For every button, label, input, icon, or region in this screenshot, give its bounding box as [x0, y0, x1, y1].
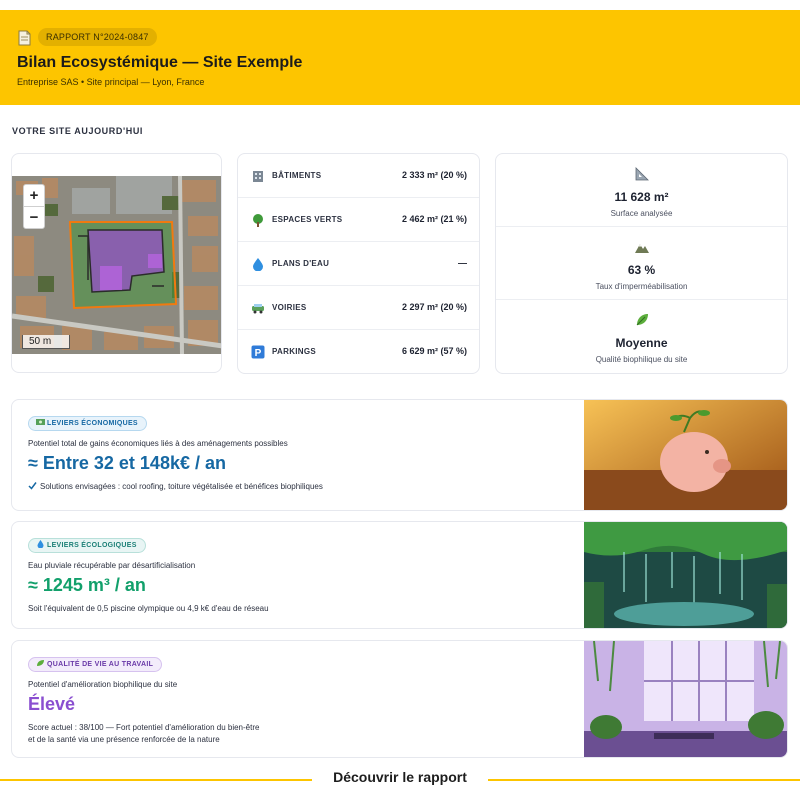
surface-row-parkings: P PARKINGS 6 629 m² (57 %): [238, 330, 479, 374]
stat-impermeability: 63 % Taux d'imperméabilisation: [496, 227, 787, 300]
green-roof-rain-image: [584, 522, 787, 628]
stat-value: 11 628 m²: [614, 190, 669, 204]
zoom-in-button[interactable]: +: [24, 185, 44, 206]
surface-row-green: ESPACES VERTS 2 462 m² (21 %): [238, 198, 479, 242]
surface-value: 2 333 m² (20 %): [401, 170, 467, 180]
lever-footnote-line: et de la santé via une présence renforcé…: [28, 735, 220, 744]
stat-label: Surface analysée: [610, 209, 673, 218]
lever-description: Potentiel d'amélioration biophilique du …: [28, 680, 178, 689]
lever-footnote: Solutions envisagées : cool roofing, toi…: [28, 481, 323, 493]
stat-value: 63 %: [627, 263, 656, 277]
water-drop-icon: [37, 540, 44, 548]
zoom-out-button[interactable]: −: [24, 206, 44, 227]
stat-biophilic: Moyenne Qualité biophilique du site: [496, 300, 787, 373]
surface-label: BÂTIMENTS: [272, 171, 322, 180]
lever-footnote: Score actuel : 38/100 — Fort potentiel d…: [28, 722, 259, 746]
surface-label: ESPACES VERTS: [272, 215, 343, 224]
svg-text:P: P: [255, 348, 262, 359]
lever-tag: LEVIERS ÉCONOMIQUES: [28, 416, 147, 431]
lever-description: Eau pluviale récupérable par désartifici…: [28, 561, 196, 570]
ruler-icon: [635, 167, 649, 181]
surface-label: VOIRIES: [272, 303, 307, 312]
map-zoom-control: + −: [23, 184, 45, 229]
lever-footnote: Soit l'équivalent de 0,5 piscine olympiq…: [28, 604, 269, 613]
water-drop-icon: [253, 258, 263, 271]
tree-icon: [253, 214, 263, 227]
leaf-icon: [37, 660, 44, 666]
surface-row-buildings: BÂTIMENTS 2 333 m² (20 %): [238, 154, 479, 198]
lever-tag-label: LEVIERS ÉCONOMIQUES: [47, 420, 138, 427]
lever-value: Élevé: [28, 694, 76, 714]
surface-row-water: PLANS D'EAU —: [238, 242, 479, 286]
lever-value: ≈ 1245 m³ / an: [28, 575, 146, 595]
page-subtitle: Entreprise SAS • Site principal — Lyon, …: [17, 77, 205, 87]
leaf-icon: [636, 314, 648, 326]
site-map-card: + − 50 m: [11, 153, 222, 373]
check-icon: [28, 482, 37, 490]
surface-label: PLANS D'EAU: [272, 259, 330, 268]
building-icon: [253, 171, 263, 182]
plant-office-image: [584, 641, 787, 757]
lever-tag: QUALITÉ DE VIE AU TRAVAIL: [28, 657, 163, 672]
report-number-badge: RAPPORT N°2024-0847: [38, 28, 157, 46]
lever-tag: LEVIERS ÉCOLOGIQUES: [28, 538, 146, 553]
surface-value: 2 297 m² (20 %): [401, 302, 467, 312]
piggy-bank-image: [584, 400, 787, 510]
lever-footnote-text: Solutions envisagées : cool roofing, toi…: [40, 482, 323, 491]
lever-description: Potentiel total de gains économiques lié…: [28, 439, 288, 448]
surface-value: 6 629 m² (57 %): [401, 346, 467, 356]
discover-report-label[interactable]: Découvrir le rapport: [321, 769, 479, 785]
site-stats-card: 11 628 m² Surface analysée 63 % Taux d'i…: [495, 153, 788, 374]
money-icon: [36, 419, 45, 425]
car-icon: [252, 304, 264, 314]
page-title: Bilan Ecosystémique — Site Exemple: [17, 54, 303, 71]
section-title: VOTRE SITE AUJOURD'HUI: [12, 126, 144, 136]
lever-value: ≈ Entre 32 et 148k€ / an: [28, 453, 226, 473]
document-icon: [18, 30, 31, 46]
stat-label: Taux d'imperméabilisation: [595, 282, 688, 291]
ecologic-lever-card: LEVIERS ÉCOLOGIQUES Eau pluviale récupér…: [11, 521, 788, 629]
stat-value: Moyenne: [615, 336, 668, 350]
parking-icon: P: [251, 345, 265, 359]
lever-tag-label: LEVIERS ÉCOLOGIQUES: [47, 542, 137, 549]
economic-lever-card: LEVIERS ÉCONOMIQUES Potentiel total de g…: [11, 399, 788, 511]
report-header: RAPPORT N°2024-0847 Bilan Ecosystémique …: [0, 10, 800, 105]
surface-value: —: [458, 258, 467, 268]
surface-value: 2 462 m² (21 %): [401, 214, 467, 224]
lever-tag-label: QUALITÉ DE VIE AU TRAVAIL: [47, 661, 154, 668]
top-strip: [0, 0, 800, 10]
quality-lever-card: QUALITÉ DE VIE AU TRAVAIL Potentiel d'am…: [11, 640, 788, 758]
discover-report-link[interactable]: Découvrir le rapport: [0, 769, 800, 785]
stat-surface: 11 628 m² Surface analysée: [496, 154, 787, 227]
stat-label: Qualité biophilique du site: [595, 355, 688, 364]
surface-row-roads: VOIRIES 2 297 m² (20 %): [238, 286, 479, 330]
surface-label: PARKINGS: [272, 347, 317, 356]
surfaces-card: BÂTIMENTS 2 333 m² (20 %) ESPACES VERTS …: [237, 153, 480, 374]
lever-footnote-line: Score actuel : 38/100 — Fort potentiel d…: [28, 723, 260, 732]
mountain-icon: [635, 244, 649, 253]
map-scale: 50 m: [22, 335, 70, 349]
